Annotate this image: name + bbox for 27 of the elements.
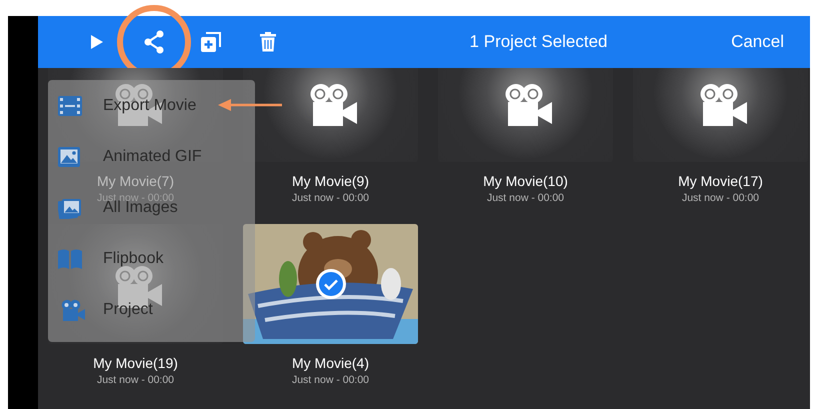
duplicate-icon[interactable] — [200, 31, 222, 53]
selection-title: 1 Project Selected — [468, 32, 609, 52]
menu-item[interactable]: Animated GIF — [103, 148, 202, 166]
project-date: Just now - 00:00 — [486, 192, 566, 204]
project-name: My Movie(19) — [92, 355, 179, 371]
share-icon[interactable] — [142, 30, 164, 54]
image-icon — [58, 146, 80, 167]
play-icon[interactable] — [90, 34, 104, 50]
menu-item[interactable]: Export Movie — [103, 96, 196, 115]
project-name: My Movie(4) — [290, 355, 370, 371]
project-name: My Movie(10) — [482, 173, 569, 189]
project-name: My Movie(7) — [96, 173, 175, 189]
project-date: Just now - 00:00 — [680, 192, 760, 204]
trash-icon[interactable] — [260, 32, 276, 52]
cancel-button[interactable]: Cancel — [721, 26, 810, 58]
project-date: Just now - 00:00 — [290, 374, 370, 386]
project-thumbnail[interactable] — [243, 68, 418, 162]
images-icon — [58, 196, 82, 219]
film-icon — [58, 96, 82, 116]
project-thumbnail[interactable] — [438, 68, 613, 162]
book-icon — [58, 249, 82, 270]
project-date: Just now - 00:00 — [96, 374, 176, 386]
project-date: Just now - 00:00 — [290, 192, 370, 204]
project-name: My Movie(17) — [677, 173, 764, 189]
menu-item[interactable]: Flipbook — [103, 250, 164, 268]
project-thumbnail[interactable] — [633, 68, 808, 162]
project-name: My Movie(9) — [290, 173, 370, 189]
